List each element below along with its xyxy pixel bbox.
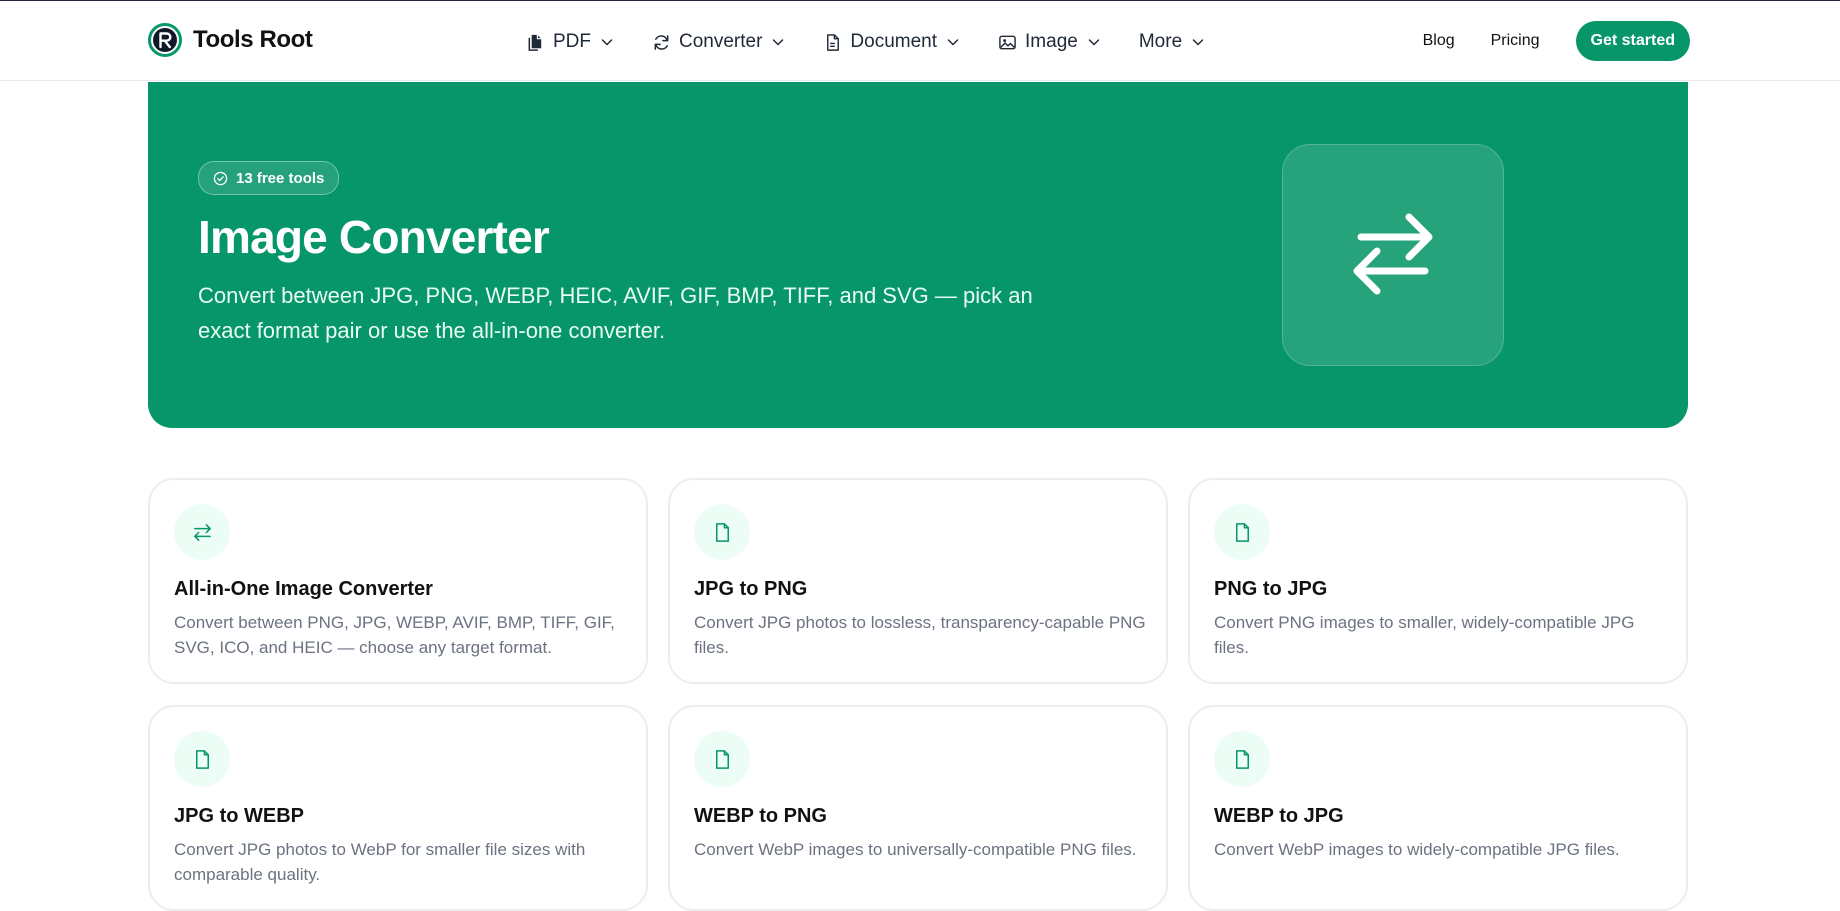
tool-card[interactable]: JPG to WEBP Convert JPG photos to WebP f… [148, 705, 648, 911]
header-actions: Blog Pricing Get started [1423, 21, 1690, 61]
chevron-down-icon [599, 34, 615, 50]
tool-description: Convert JPG photos to WebP for smaller f… [174, 840, 586, 884]
tools-count-badge: 13 free tools [198, 161, 340, 195]
tool-title: JPG to PNG [694, 578, 808, 600]
arrows-swap-icon [193, 523, 211, 541]
tool-card[interactable]: JPG to PNG Convert JPG photos to lossles… [668, 478, 1168, 684]
tool-description: Convert JPG photos to lossless, transpar… [694, 613, 1146, 657]
nav-image[interactable]: Image [998, 25, 1102, 59]
tool-icon-wrap [694, 731, 750, 787]
tool-icon-wrap [1214, 731, 1270, 787]
nav-converter[interactable]: Converter [652, 25, 786, 59]
tool-icon-wrap [174, 504, 230, 560]
file-icon [715, 522, 729, 542]
refresh-icon [652, 33, 671, 52]
tool-card[interactable]: PNG to JPG Convert PNG images to smaller… [1188, 478, 1688, 684]
tool-title: WEBP to PNG [694, 805, 827, 827]
hero-illustration [1282, 144, 1504, 366]
files-icon [526, 33, 545, 52]
hero-banner: 13 free tools Image Converter Convert be… [148, 82, 1688, 428]
tool-card[interactable]: WEBP to PNG Convert WebP images to unive… [668, 705, 1168, 911]
nav-more-label: More [1138, 31, 1183, 52]
brand-name: Tools Root [193, 26, 313, 53]
file-icon [715, 749, 729, 769]
tool-icon-wrap [1214, 504, 1270, 560]
image-icon [998, 33, 1017, 52]
tool-card[interactable]: WEBP to JPG Convert WebP images to widel… [1188, 705, 1688, 911]
tool-icon-wrap [694, 504, 750, 560]
pricing-link[interactable]: Pricing [1491, 32, 1540, 50]
chevron-down-icon [1190, 34, 1206, 50]
tool-icon-wrap [174, 731, 230, 787]
brand-logo[interactable]: Tools Root [148, 23, 313, 57]
tool-description: Convert WebP images to widely-compatible… [1214, 840, 1620, 859]
file-icon [1235, 522, 1249, 542]
badge-label: 13 free tools [236, 169, 325, 187]
tool-title: JPG to WEBP [174, 805, 305, 827]
chevron-down-icon [1086, 34, 1102, 50]
nav-more[interactable]: More [1139, 25, 1206, 59]
page-title: Image Converter [198, 211, 550, 263]
get-started-button[interactable]: Get started [1575, 21, 1690, 61]
nav-document[interactable]: Document [823, 25, 961, 59]
tools-root-logo-icon [148, 23, 182, 57]
tool-title: WEBP to JPG [1214, 805, 1344, 827]
tool-card[interactable]: All-in-One Image Converter Convert betwe… [148, 478, 648, 684]
check-circle-icon [213, 171, 228, 185]
chevron-down-icon [770, 34, 786, 50]
tool-title: All-in-One Image Converter [174, 578, 433, 600]
top-navbar: Tools Root PDF Converter Document Image … [0, 1, 1840, 81]
file-icon [1235, 749, 1249, 769]
main-nav: PDF Converter Document Image More [526, 25, 1243, 59]
arrows-swap-icon [1353, 213, 1433, 295]
nav-converter-label: Converter [679, 31, 763, 52]
nav-document-label: Document [850, 31, 938, 52]
document-icon [823, 33, 842, 52]
tool-description: Convert between PNG, JPG, WEBP, AVIF, BM… [174, 613, 615, 657]
tool-description: Convert WebP images to universally-compa… [694, 840, 1137, 859]
blog-link[interactable]: Blog [1423, 32, 1455, 50]
nav-pdf[interactable]: PDF [526, 25, 615, 59]
nav-pdf-label: PDF [553, 31, 591, 52]
chevron-down-icon [945, 34, 961, 50]
tool-description: Convert PNG images to smaller, widely-co… [1214, 613, 1635, 657]
file-icon [195, 749, 209, 769]
nav-image-label: Image [1025, 31, 1078, 52]
page-description: Convert between JPG, PNG, WEBP, HEIC, AV… [198, 283, 1033, 343]
tool-title: PNG to JPG [1214, 578, 1328, 600]
